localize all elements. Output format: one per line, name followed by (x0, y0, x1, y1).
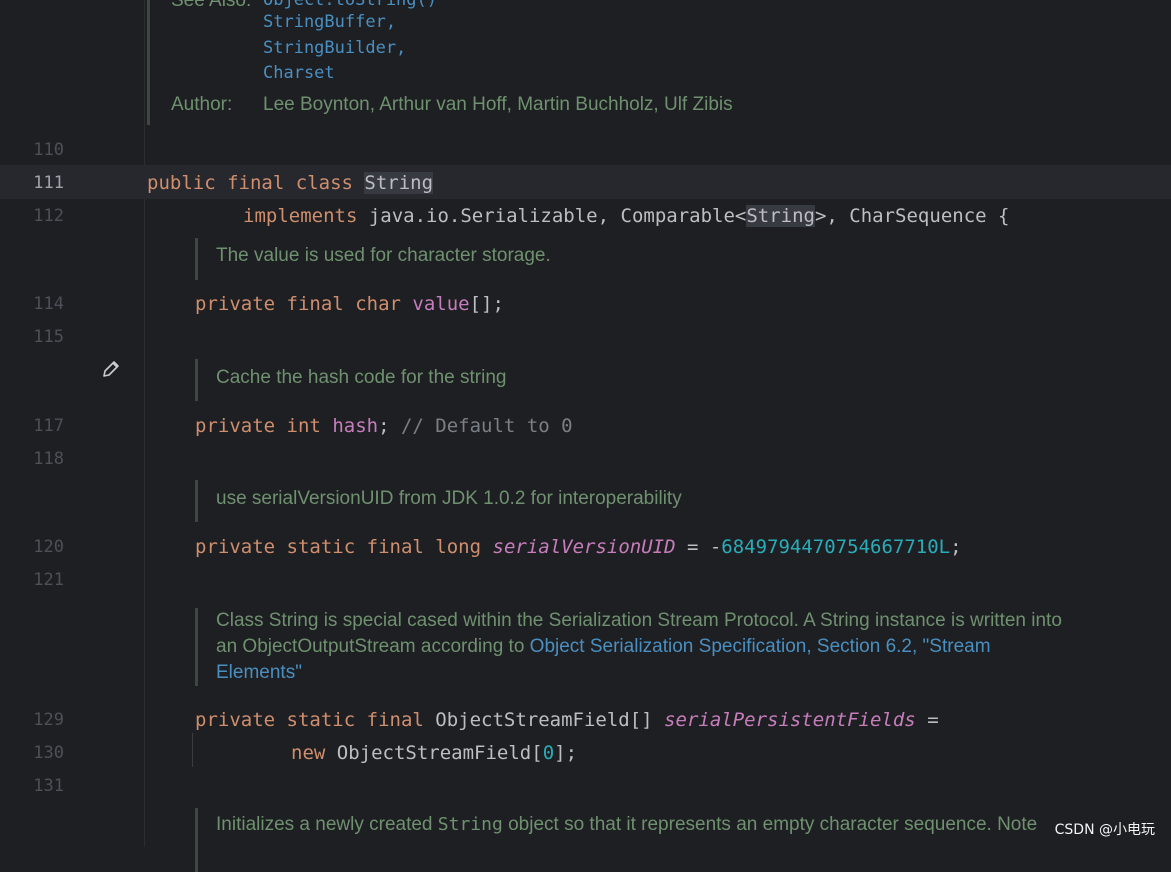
author-label: Author: (171, 94, 233, 115)
line-number: 129 (33, 710, 64, 730)
keyword: static (286, 536, 356, 558)
field-name: value (412, 293, 470, 315)
keyword: private (195, 536, 276, 558)
code-text: java.io.Serializable, Comparable< (368, 205, 747, 227)
keyword: final (366, 709, 424, 731)
keyword: new (291, 742, 326, 764)
see-also-link[interactable]: StringBuilder, (263, 38, 406, 58)
line-number: 112 (33, 206, 64, 226)
indent-guide (192, 733, 193, 767)
code-text: = - (675, 536, 722, 558)
line-number: 117 (33, 416, 64, 436)
doc-text-line: Elements" (216, 660, 1156, 686)
code-text: ; (378, 415, 390, 437)
field-name: hash (332, 415, 379, 437)
code-text: ]; (554, 742, 578, 764)
type-name: ObjectStreamField[] (435, 709, 653, 731)
gutter-separator (144, 0, 145, 847)
code-text: >, CharSequence { (814, 205, 1010, 227)
keyword: private (195, 415, 276, 437)
code-line-114[interactable]: private final char value[]; (195, 292, 504, 316)
line-number-active: 111 (33, 173, 64, 193)
pencil-icon[interactable] (100, 358, 122, 380)
doc-text: Initializes a newly created (216, 814, 438, 835)
keyword: private (195, 709, 276, 731)
class-name: String (364, 172, 434, 194)
code-line-111[interactable]: public final class String (147, 171, 434, 195)
code-text: []; (469, 293, 504, 315)
watermark: CSDN @小电玩 (1054, 822, 1155, 838)
see-also-link[interactable]: StringBuffer, (263, 12, 396, 32)
doc-link[interactable]: Elements" (216, 662, 302, 683)
keyword: public (147, 172, 216, 194)
field-doc-special: Class String is special cased within the… (195, 608, 1156, 686)
doc-text: use serialVersionUID from JDK 1.0.2 for … (216, 488, 682, 509)
code-text: ObjectStreamField[ (336, 742, 543, 764)
keyword: static (286, 709, 356, 731)
keyword: final (366, 536, 424, 558)
code-line-130[interactable]: new ObjectStreamField[0]; (291, 741, 577, 765)
line-number: 118 (33, 449, 64, 469)
code-text: ; (950, 536, 962, 558)
field-doc-value: The value is used for character storage. (195, 238, 551, 280)
field-doc-hash: Cache the hash code for the string (195, 359, 506, 401)
line-number: 131 (33, 776, 64, 796)
author-names: Lee Boynton, Arthur van Hoff, Martin Buc… (263, 94, 733, 115)
line-number: 130 (33, 743, 64, 763)
doc-text-line: an ObjectOutputStream according to Objec… (216, 634, 1156, 660)
code-line-112[interactable]: implements java.io.Serializable, Compara… (243, 204, 1009, 228)
see-also-link[interactable]: Charset (263, 63, 335, 83)
keyword: char (355, 293, 401, 315)
line-number: 120 (33, 537, 64, 557)
keyword: final (227, 172, 285, 194)
keyword: final (286, 293, 344, 315)
line-number: 114 (33, 294, 64, 314)
keyword: private (195, 293, 276, 315)
line-number: 110 (33, 140, 64, 160)
number-literal: 0 (542, 742, 555, 764)
doc-text: Class String is special cased within the… (216, 610, 1062, 631)
number-literal: 6849794470754667710L (721, 536, 951, 558)
see-also-label: See Also: (171, 0, 252, 11)
line-number: 121 (33, 570, 64, 590)
code-editor[interactable]: See Also: Object.toString() StringBuffer… (0, 0, 1171, 872)
doc-link[interactable]: Object Serialization Specification, Sect… (530, 636, 991, 657)
keyword: long (435, 536, 482, 558)
generic-type: String (746, 205, 815, 227)
keyword: implements (243, 205, 358, 227)
doc-text: object so that it represents an empty ch… (502, 814, 1038, 835)
line-comment: // Default to 0 (400, 415, 573, 437)
code-line-117[interactable]: private int hash; // Default to 0 (195, 414, 573, 438)
static-field-name: serialPersistentFields (664, 709, 916, 731)
constructor-doc: Initializes a newly created String objec… (195, 808, 1156, 872)
doc-text: an ObjectOutputStream according to (216, 636, 530, 657)
code-text: = (915, 709, 939, 731)
keyword: class (295, 172, 353, 194)
static-field-name: serialVersionUID (492, 536, 676, 558)
code-line-120[interactable]: private static final long serialVersionU… (195, 535, 962, 559)
doc-text: The value is used for character storage. (216, 245, 551, 266)
code-line-129[interactable]: private static final ObjectStreamField[]… (195, 708, 939, 732)
line-number: 115 (33, 327, 64, 347)
doc-code: String (437, 814, 503, 835)
see-also-link[interactable]: Object.toString() (263, 0, 437, 10)
doc-text: Cache the hash code for the string (216, 367, 507, 388)
keyword: int (286, 415, 321, 437)
field-doc-serial: use serialVersionUID from JDK 1.0.2 for … (195, 480, 682, 522)
